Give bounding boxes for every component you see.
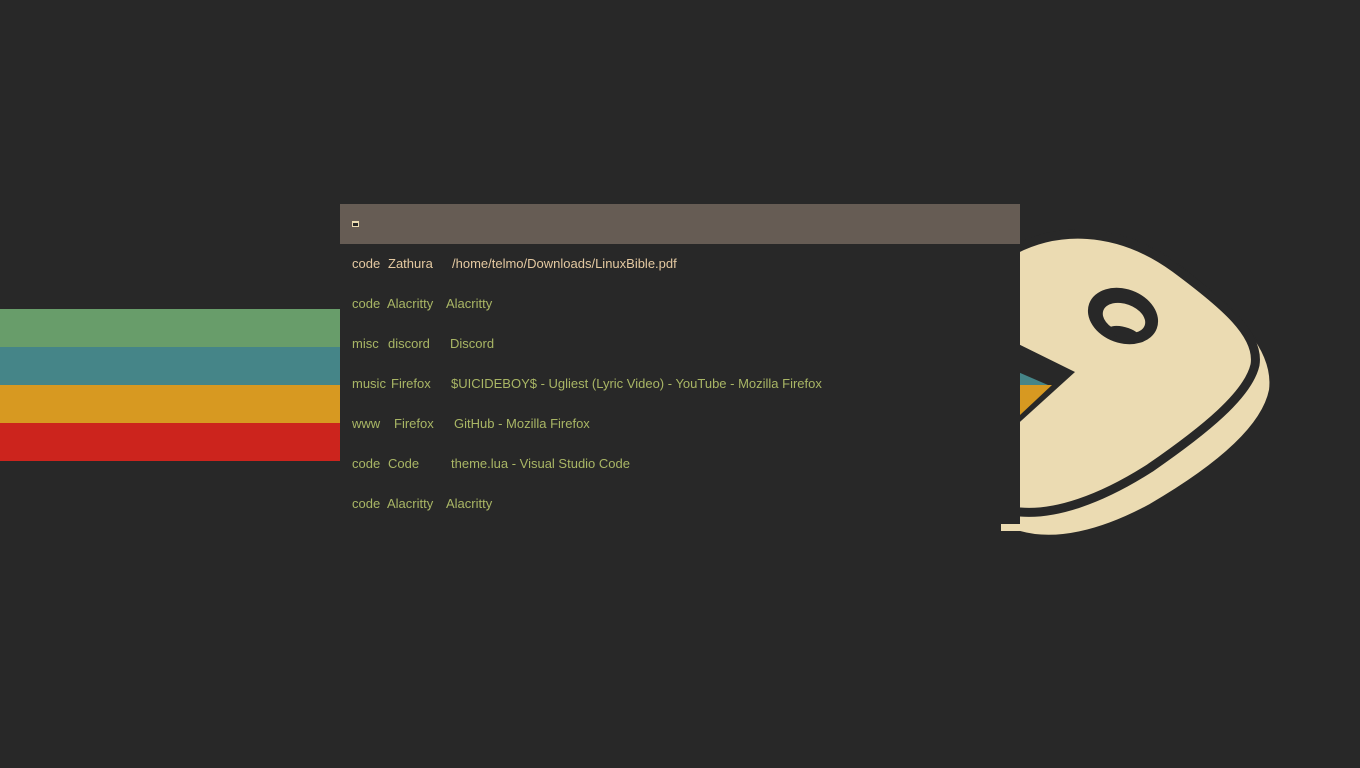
window-list-item[interactable]: www Firefox GitHub - Mozilla Firefox: [340, 404, 1020, 444]
window-tag: code: [352, 296, 381, 311]
window-tag: code: [352, 456, 381, 471]
window-class: Zathura: [388, 256, 433, 271]
switcher-header: [340, 204, 1020, 244]
stripe-green: [0, 309, 360, 347]
window-class: Firefox: [394, 416, 434, 431]
window-tag: music: [352, 376, 386, 391]
window-title: theme.lua - Visual Studio Code: [451, 456, 630, 471]
window-switcher-popup: code Zathura/home/telmo/Downloads/LinuxBi…: [340, 204, 1020, 524]
window-title: GitHub - Mozilla Firefox: [454, 416, 590, 431]
window-list: code Zathura/home/telmo/Downloads/LinuxBi…: [340, 244, 1020, 524]
window-tag: code: [352, 256, 381, 271]
window-list-item[interactable]: code Zathura/home/telmo/Downloads/LinuxBi…: [340, 244, 1020, 284]
window-list-item[interactable]: code Code theme.lua - Visual Studio Code: [340, 444, 1020, 484]
window-title: Discord: [450, 336, 495, 351]
window-icon: [352, 221, 359, 227]
window-list-item[interactable]: music Firefox $UICIDEBOY$ - Ugliest (Lyric…: [340, 364, 1020, 404]
window-tag: code: [352, 496, 381, 511]
logo-icon: [995, 229, 1272, 537]
stripe-teal: [0, 347, 360, 385]
window-title: Alacritty: [446, 496, 493, 511]
window-list-item[interactable]: code Alacritty Alacritty: [340, 484, 1020, 524]
window-class: Firefox: [391, 376, 431, 391]
window-class: Alacritty: [387, 296, 434, 311]
window-title: $UICIDEBOY$ - Ugliest (Lyric Video) - Yo…: [451, 376, 822, 391]
window-tag: www: [352, 416, 381, 431]
window-tag: misc: [352, 336, 379, 351]
window-class: discord: [388, 336, 430, 351]
window-class: Alacritty: [387, 496, 434, 511]
window-list-item[interactable]: misc discord Discord: [340, 324, 1020, 364]
window-title: Alacritty: [446, 296, 493, 311]
window-title: /home/telmo/Downloads/LinuxBible.pdf: [452, 256, 677, 271]
window-list-item[interactable]: code Alacritty Alacritty: [340, 284, 1020, 324]
stripe-yellow: [0, 385, 360, 423]
stripe-red: [0, 423, 360, 461]
window-class: Code: [388, 456, 420, 471]
